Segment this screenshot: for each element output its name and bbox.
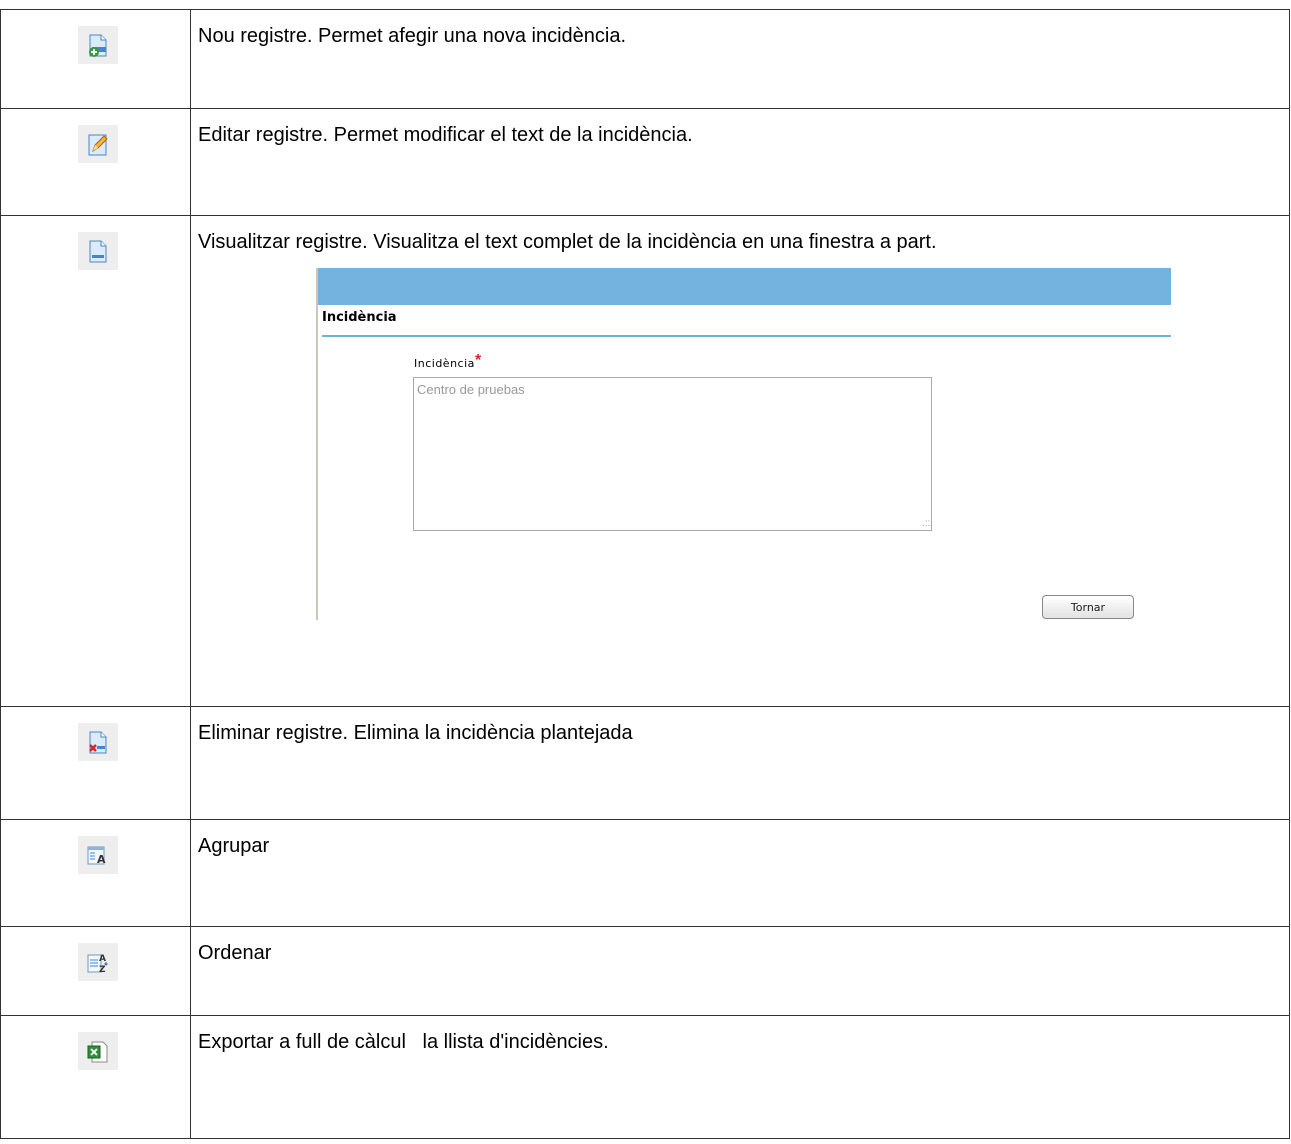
table-row: Nou registre. Permet afegir una nova inc… (0, 9, 1290, 109)
return-button[interactable]: Tornar (1042, 595, 1134, 619)
edit-record-icon[interactable] (78, 125, 118, 163)
icon-cell: A Z (0, 926, 191, 1016)
incidence-textarea[interactable] (413, 377, 932, 531)
row-description: Nou registre. Permet afegir una nova inc… (198, 25, 627, 47)
text-cell: Exportar a full de càlcul la llista d'in… (190, 1015, 1290, 1139)
text-cell: Visualitzar registre. Visualitza el text… (190, 215, 1290, 707)
text-cell: Eliminar registre. Elimina la incidència… (190, 706, 1290, 820)
svg-text:Z: Z (99, 965, 106, 975)
embedded-screenshot: Incidència Incidència * .:: Tornar (316, 268, 1171, 620)
table-row: A Z Ordenar (0, 926, 1290, 1016)
window-border (316, 268, 318, 620)
resize-grip-icon[interactable]: .:: (922, 518, 930, 529)
icon-cell (0, 1015, 191, 1139)
field-label: Incidència (414, 357, 475, 370)
table-row: Exportar a full de càlcul la llista d'in… (0, 1015, 1290, 1139)
icon-cell (0, 215, 191, 707)
row-description: Eliminar registre. Elimina la incidència… (198, 722, 633, 744)
title-divider (322, 335, 1171, 337)
table-row: Eliminar registre. Elimina la incidència… (0, 706, 1290, 820)
row-description: Agrupar (198, 835, 270, 857)
svg-text:A: A (97, 853, 106, 866)
svg-text:A: A (99, 954, 106, 964)
window-title: Incidència (322, 310, 397, 325)
icon-description-table: Nou registre. Permet afegir una nova inc… (0, 9, 1290, 1139)
required-marker: * (475, 352, 482, 369)
icon-cell (0, 108, 191, 216)
row-description: Ordenar (198, 942, 272, 964)
row-description: Editar registre. Permet modificar el tex… (198, 124, 693, 146)
text-cell: Agrupar (190, 819, 1290, 927)
icon-cell (0, 706, 191, 820)
view-record-icon[interactable] (78, 232, 118, 270)
table-row: Editar registre. Permet modificar el tex… (0, 108, 1290, 216)
icon-cell (0, 9, 191, 109)
row-description: Exportar a full de càlcul la llista d'in… (198, 1031, 609, 1053)
text-cell: Ordenar (190, 926, 1290, 1016)
table-row: Visualitzar registre. Visualitza el text… (0, 215, 1290, 707)
group-icon[interactable]: A (78, 836, 118, 874)
text-cell: Editar registre. Permet modificar el tex… (190, 108, 1290, 216)
icon-cell: A (0, 819, 191, 927)
table-row: A Agrupar (0, 819, 1290, 927)
export-spreadsheet-icon[interactable] (78, 1032, 118, 1070)
delete-record-icon[interactable] (78, 723, 118, 761)
row-description: Visualitzar registre. Visualitza el text… (198, 231, 937, 253)
sort-icon[interactable]: A Z (78, 943, 118, 981)
window-header-bar (318, 268, 1171, 305)
new-record-icon[interactable] (78, 26, 118, 64)
text-cell: Nou registre. Permet afegir una nova inc… (190, 9, 1290, 109)
